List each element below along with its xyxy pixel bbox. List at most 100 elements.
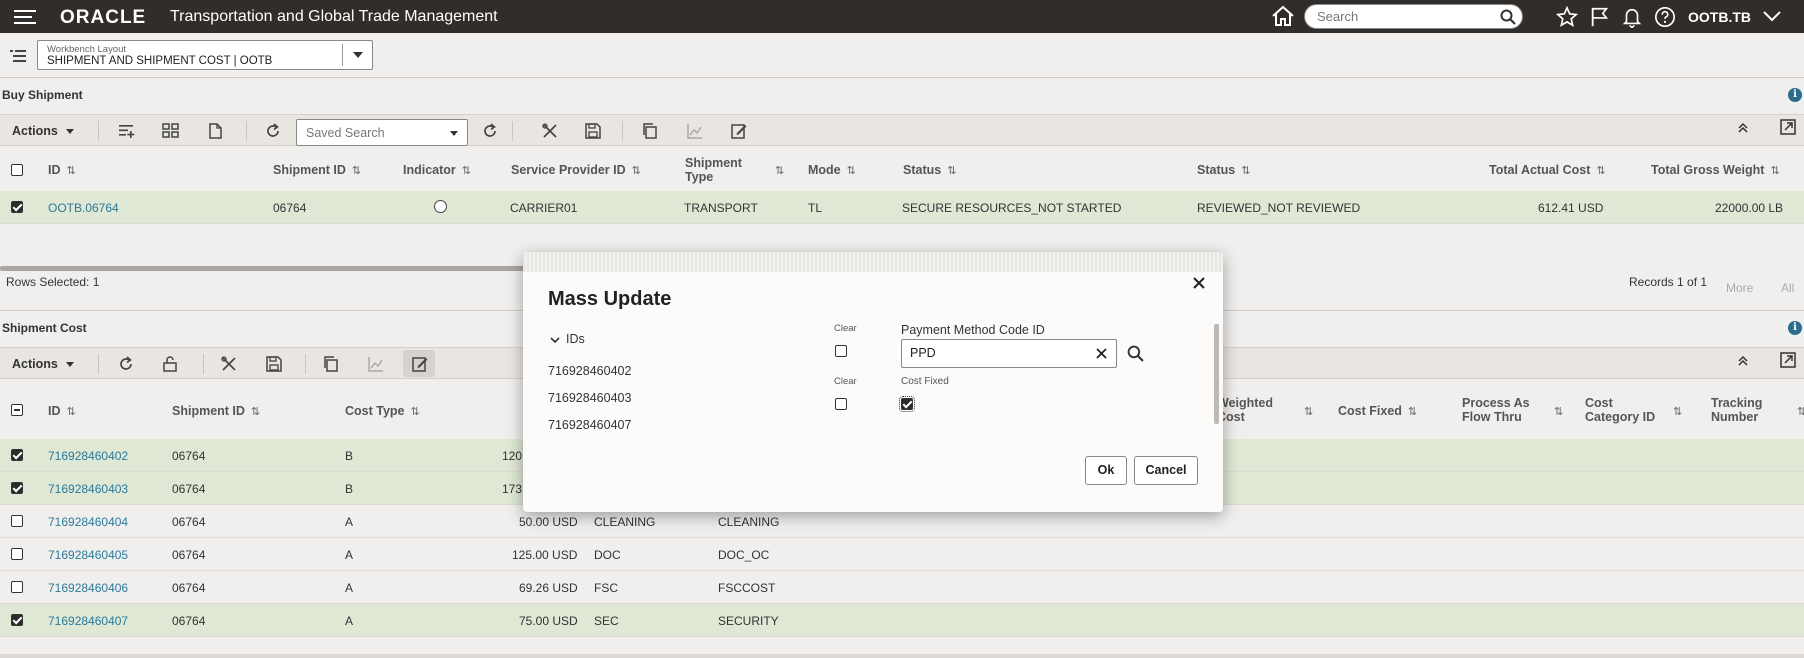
column-header-cost-type[interactable]: Cost Type ⇅ xyxy=(345,404,420,419)
column-header-shipment-type[interactable]: Shipment Type xyxy=(685,156,757,184)
actions-button[interactable]: Actions xyxy=(12,124,74,138)
dialog-scrollbar[interactable] xyxy=(1214,324,1219,424)
refresh-icon[interactable] xyxy=(265,123,281,139)
column-header-tracking-number[interactable]: Tracking Number xyxy=(1711,396,1762,424)
column-header-process-as-flow-thru[interactable]: Process As Flow Thru xyxy=(1462,396,1530,424)
info-icon[interactable]: i xyxy=(1788,321,1802,335)
more-button[interactable]: More xyxy=(1726,281,1753,295)
reload-icon[interactable] xyxy=(482,123,498,139)
column-header-cost-fixed[interactable]: Cost Fixed ⇅ xyxy=(1338,404,1417,419)
row-checkbox[interactable] xyxy=(11,482,23,494)
clear-field-icon[interactable] xyxy=(1095,347,1108,360)
flag-icon[interactable] xyxy=(1589,6,1611,28)
new-document-icon[interactable] xyxy=(208,123,222,139)
row-checkbox[interactable] xyxy=(11,581,23,593)
notifications-bell-icon[interactable] xyxy=(1621,6,1643,28)
table-row[interactable]: 716928460405 06764 A 125.00 USD DOC DOC_… xyxy=(0,538,1804,571)
payment-method-field[interactable] xyxy=(901,339,1117,368)
ok-button[interactable]: Ok xyxy=(1085,456,1127,485)
expand-panel-icon[interactable] xyxy=(1780,352,1796,368)
clear-cost-fixed-checkbox[interactable] xyxy=(835,398,847,410)
info-icon[interactable]: i xyxy=(1788,88,1802,102)
cost-id-link[interactable]: 716928460405 xyxy=(48,548,128,562)
help-icon[interactable] xyxy=(1654,6,1676,28)
row-checkbox[interactable] xyxy=(11,515,23,527)
column-header-indicator[interactable]: Indicator ⇅ xyxy=(403,163,471,178)
row-checkbox[interactable] xyxy=(11,201,23,213)
columns-icon[interactable] xyxy=(162,123,179,138)
select-all-checkbox[interactable] xyxy=(11,164,23,176)
workbench-layout-select[interactable]: Workbench Layout SHIPMENT AND SHIPMENT C… xyxy=(37,40,373,70)
edit-icon[interactable] xyxy=(412,356,428,372)
cost-id-link[interactable]: 716928460404 xyxy=(48,515,128,529)
cost-fixed-checkbox[interactable] xyxy=(899,396,915,412)
save-icon[interactable] xyxy=(585,123,601,139)
shipment-id-link[interactable]: OOTB.06764 xyxy=(48,201,119,215)
chart-icon[interactable] xyxy=(368,356,384,372)
chart-icon[interactable] xyxy=(687,123,703,139)
global-search[interactable] xyxy=(1304,4,1523,29)
column-header-shipment-id[interactable]: Shipment ID ⇅ xyxy=(273,163,361,178)
dropdown-caret-icon[interactable] xyxy=(353,52,363,58)
column-header-weighted-cost[interactable]: Weighted Cost xyxy=(1217,396,1273,424)
sort-icon[interactable]: ⇅ xyxy=(1548,404,1563,419)
table-row[interactable]: 716928460407 06764 A 75.00 USD SEC SECUR… xyxy=(0,604,1804,637)
cost-id-link[interactable]: 716928460406 xyxy=(48,581,128,595)
cancel-button[interactable]: Cancel xyxy=(1134,456,1198,485)
column-header-total-actual-cost[interactable]: Total Actual Cost ⇅ xyxy=(1489,163,1606,178)
user-menu[interactable]: OOTB.TB xyxy=(1688,9,1751,25)
column-header-shipment-id[interactable]: Shipment ID ⇅ xyxy=(172,404,260,419)
collapse-up-icon[interactable] xyxy=(1737,122,1749,134)
row-checkbox[interactable] xyxy=(11,614,23,626)
search-icon[interactable] xyxy=(1500,9,1516,25)
column-header-cost-category-id[interactable]: Cost Category ID xyxy=(1585,396,1655,424)
cost-id-link[interactable]: 716928460402 xyxy=(48,449,128,463)
all-button[interactable]: All xyxy=(1781,281,1794,295)
column-header-mode[interactable]: Mode ⇅ xyxy=(808,163,856,178)
dialog-drag-handle[interactable] xyxy=(523,252,1223,272)
tools-icon[interactable] xyxy=(221,356,237,372)
column-header-id[interactable]: ID ⇅ xyxy=(48,163,76,178)
menu-icon[interactable] xyxy=(14,7,36,25)
save-icon[interactable] xyxy=(266,356,282,372)
sort-icon[interactable]: ⇅ xyxy=(1791,404,1804,419)
column-header-status[interactable]: Status ⇅ xyxy=(903,163,956,178)
edit-icon[interactable] xyxy=(731,123,747,139)
close-icon[interactable] xyxy=(1192,276,1206,290)
saved-search-select[interactable]: Saved Search xyxy=(296,119,468,146)
row-checkbox[interactable] xyxy=(11,449,23,461)
table-row[interactable]: OOTB.06764 06764 CARRIER01 TRANSPORT TL … xyxy=(0,191,1804,224)
search-icon[interactable] xyxy=(1127,345,1144,362)
ids-section-toggle[interactable]: IDs xyxy=(550,332,585,346)
sort-icon[interactable]: ⇅ xyxy=(1298,404,1313,419)
indicator-radio[interactable] xyxy=(434,200,447,213)
horizontal-scrollbar[interactable] xyxy=(0,266,530,271)
cost-id-link[interactable]: 716928460407 xyxy=(48,614,128,628)
select-all-checkbox[interactable] xyxy=(11,404,23,416)
cost-id-link[interactable]: 716928460403 xyxy=(48,482,128,496)
search-input[interactable] xyxy=(1317,9,1487,24)
expand-panel-icon[interactable] xyxy=(1780,119,1796,135)
add-row-icon[interactable] xyxy=(118,123,135,138)
collapse-up-icon[interactable] xyxy=(1737,355,1749,367)
column-header-id[interactable]: ID ⇅ xyxy=(48,404,76,419)
copy-icon[interactable] xyxy=(642,123,658,139)
clear-payment-checkbox[interactable] xyxy=(835,345,847,357)
actions-button[interactable]: Actions xyxy=(12,357,74,371)
sort-icon[interactable]: ⇅ xyxy=(769,163,784,178)
favorites-star-icon[interactable] xyxy=(1556,6,1578,28)
column-header-total-gross-weight[interactable]: Total Gross Weight ⇅ xyxy=(1651,163,1780,178)
list-layout-icon[interactable] xyxy=(10,49,26,63)
home-icon[interactable] xyxy=(1271,5,1295,27)
column-header-status-2[interactable]: Status ⇅ xyxy=(1197,163,1250,178)
refresh-icon[interactable] xyxy=(118,356,134,372)
chevron-down-icon[interactable] xyxy=(1762,9,1782,23)
tools-icon[interactable] xyxy=(542,123,558,139)
payment-method-input[interactable] xyxy=(910,346,1080,360)
row-checkbox[interactable] xyxy=(11,548,23,560)
bottom-scrollbar[interactable] xyxy=(0,654,1804,658)
unlock-icon[interactable] xyxy=(163,356,177,372)
sort-icon[interactable]: ⇅ xyxy=(1667,404,1682,419)
copy-icon[interactable] xyxy=(323,356,339,372)
table-row[interactable]: 716928460406 06764 A 69.26 USD FSC FSCCO… xyxy=(0,571,1804,604)
